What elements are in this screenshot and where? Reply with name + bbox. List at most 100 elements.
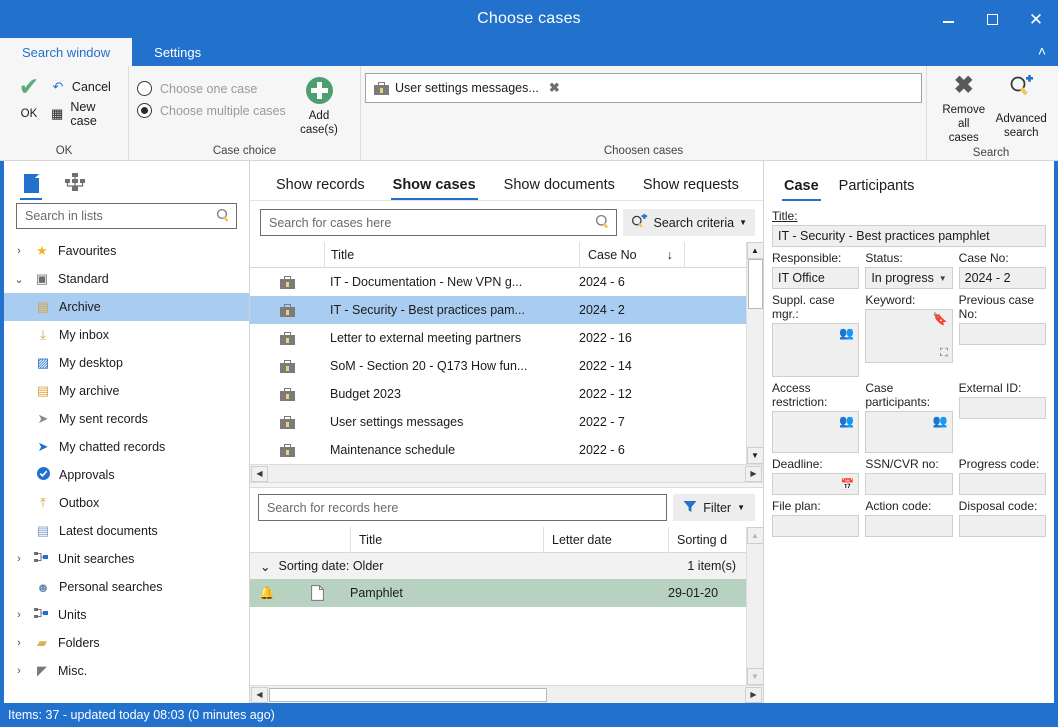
chevron-right-icon[interactable]: ›	[12, 609, 26, 621]
people-icon[interactable]: 👥	[839, 326, 854, 340]
table-row[interactable]: SoM - Section 20 - Q173 How fun... 2022 -…	[250, 352, 746, 380]
table-row[interactable]: User settings messages 2022 - 7	[250, 408, 746, 436]
sidebar-item-unit-searches[interactable]: › Unit searches	[4, 545, 249, 573]
radio-choose-one-case[interactable]: Choose one case	[137, 81, 286, 96]
records-col-sorting-date[interactable]: Sorting d	[668, 526, 746, 553]
search-criteria-button[interactable]: Search criteria ▼	[623, 209, 755, 236]
chevron-down-icon[interactable]: ⌄	[12, 273, 26, 286]
radio-choose-multiple-cases[interactable]: Choose multiple cases	[137, 103, 286, 118]
ok-button[interactable]: ✔ OK	[8, 73, 50, 121]
records-col-title[interactable]: Title	[350, 526, 543, 553]
tab-show-documents[interactable]: Show documents	[490, 177, 629, 200]
sidebar-item-my-archive[interactable]: ▤ My archive	[4, 377, 249, 405]
file-plan-field[interactable]	[772, 515, 860, 537]
scroll-left-icon[interactable]: ◀	[251, 686, 268, 703]
external-id-field[interactable]	[958, 397, 1046, 419]
sidebar-item-my-desktop[interactable]: ▨ My desktop	[4, 349, 249, 377]
responsible-field[interactable]: IT Office	[772, 267, 860, 289]
table-row[interactable]: Letter to external meeting partners 2022 …	[250, 324, 746, 352]
case-search-input[interactable]	[267, 214, 596, 231]
cases-col-case-no[interactable]: Case No ↓	[579, 241, 684, 268]
cancel-button[interactable]: ↶ Cancel	[50, 79, 120, 95]
scroll-right-icon[interactable]: ▶	[745, 686, 762, 703]
access-restriction-field[interactable]: 👥	[772, 411, 860, 453]
suppl-case-mgr-field[interactable]: 👥	[772, 323, 860, 377]
case-participants-field[interactable]: 👥	[865, 411, 953, 453]
sidebar-item-archive[interactable]: ▤ Archive	[4, 293, 249, 321]
record-search-box[interactable]	[258, 494, 668, 521]
progress-code-field[interactable]	[958, 473, 1046, 495]
filter-button[interactable]: Filter ▼	[673, 494, 755, 521]
sidebar-item-outbox[interactable]: ⤒ Outbox	[4, 489, 249, 517]
ribbon-collapse-icon[interactable]: ˄	[1038, 43, 1046, 59]
new-case-button[interactable]: ▦ New case	[50, 100, 120, 128]
sidebar-item-standard[interactable]: ⌄ ▣ Standard	[4, 265, 249, 293]
org-view-icon[interactable]	[62, 168, 88, 198]
records-col-letter-date[interactable]: Letter date	[543, 526, 668, 553]
sidebar-item-my-sent-records[interactable]: ➤ My sent records	[4, 405, 249, 433]
search-icon[interactable]	[216, 208, 230, 225]
cases-col-title[interactable]: Title	[324, 241, 579, 268]
table-row[interactable]: 🔔 Pamphlet 29-01-20	[250, 579, 746, 607]
chevron-down-icon[interactable]: ▼	[739, 218, 747, 227]
documents-view-icon[interactable]	[18, 168, 44, 200]
table-row[interactable]: Budget 2023 2022 - 12	[250, 380, 746, 408]
case-no-field[interactable]: 2024 - 2	[958, 267, 1046, 289]
record-search-input[interactable]	[265, 499, 661, 516]
sidebar-item-my-inbox[interactable]: ⤓ My inbox	[4, 321, 249, 349]
sidebar-item-latest-documents[interactable]: ▤ Latest documents	[4, 517, 249, 545]
search-icon[interactable]	[595, 214, 610, 232]
chevron-right-icon[interactable]: ›	[12, 637, 26, 649]
scroll-up-icon[interactable]: ▲	[746, 527, 764, 544]
remove-chip-icon[interactable]: ✖	[549, 80, 560, 96]
action-code-field[interactable]	[865, 515, 953, 537]
close-button[interactable]: ✕	[1014, 0, 1058, 38]
chevron-right-icon[interactable]: ›	[12, 245, 26, 257]
sidebar-item-personal-searches[interactable]: ☻ Personal searches	[4, 573, 249, 601]
cases-horizontal-scrollbar[interactable]: ◀ ▶	[250, 464, 763, 482]
scroll-up-icon[interactable]: ▲	[746, 242, 764, 259]
tab-show-records[interactable]: Show records	[262, 177, 379, 200]
sidebar-search-box[interactable]	[16, 203, 237, 229]
tag-icon[interactable]: 🔖	[933, 312, 948, 326]
ribbon-tab-settings[interactable]: Settings	[132, 38, 223, 66]
sidebar-item-approvals[interactable]: Approvals	[4, 461, 249, 489]
deadline-field[interactable]: 📅	[772, 473, 860, 495]
title-field[interactable]: IT - Security - Best practices pamphlet	[772, 225, 1046, 247]
sidebar-item-units[interactable]: › Units	[4, 601, 249, 629]
add-cases-button[interactable]: Add case(s)	[286, 73, 352, 137]
ssn-cvr-field[interactable]	[865, 473, 953, 495]
chevron-down-icon[interactable]: ⌄	[260, 559, 270, 574]
previous-case-no-field[interactable]	[958, 323, 1046, 345]
case-search-box[interactable]	[260, 209, 618, 236]
chevron-right-icon[interactable]: ›	[12, 665, 26, 677]
chevron-down-icon[interactable]: ▼	[737, 503, 745, 512]
table-row[interactable]: Maintenance schedule 2022 - 6	[250, 436, 746, 464]
expand-icon[interactable]: ⛶	[940, 347, 948, 360]
tab-show-requests[interactable]: Show requests	[629, 177, 753, 200]
status-field[interactable]: In progress ▼	[865, 267, 953, 289]
tab-show-cases[interactable]: Show cases	[379, 177, 490, 200]
chosen-cases-box[interactable]: User settings messages... ✖	[365, 73, 922, 103]
scroll-down-icon[interactable]: ▼	[746, 668, 764, 685]
chosen-case-chip[interactable]: User settings messages... ✖	[374, 80, 913, 96]
sidebar-item-favourites[interactable]: › ★ Favourites	[4, 237, 249, 265]
remove-all-cases-button[interactable]: ✖ Remove all cases	[935, 69, 993, 145]
scroll-down-icon[interactable]: ▼	[746, 447, 764, 464]
tab-participants[interactable]: Participants	[829, 178, 925, 201]
cases-vertical-scrollbar[interactable]: ▲ ▼	[746, 242, 764, 464]
calendar-icon[interactable]: 📅	[841, 478, 855, 491]
scroll-right-icon[interactable]: ▶	[745, 465, 762, 482]
chevron-right-icon[interactable]: ›	[12, 553, 26, 565]
people-icon[interactable]: 👥	[933, 414, 948, 428]
people-icon[interactable]: 👥	[839, 414, 854, 428]
sidebar-item-my-chatted-records[interactable]: ➤ My chatted records	[4, 433, 249, 461]
records-vertical-scrollbar[interactable]: ▲ ▼	[746, 527, 764, 685]
chevron-down-icon[interactable]: ▼	[939, 274, 947, 283]
scroll-thumb[interactable]	[747, 259, 763, 309]
maximize-button[interactable]	[970, 0, 1014, 38]
sidebar-item-misc[interactable]: › ◤ Misc.	[4, 657, 249, 685]
disposal-code-field[interactable]	[958, 515, 1046, 537]
records-group-header[interactable]: ⌄ Sorting date: Older 1 item(s)	[250, 553, 746, 579]
ribbon-tab-search-window[interactable]: Search window	[0, 38, 133, 66]
